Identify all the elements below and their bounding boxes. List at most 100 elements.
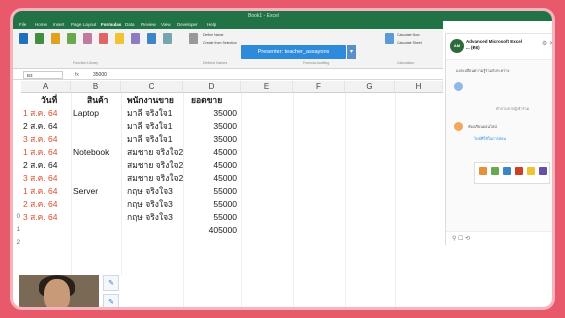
product-cell[interactable]: Notebook xyxy=(73,146,109,159)
recently-used-icon[interactable] xyxy=(51,33,60,44)
formula-input[interactable]: 35000 xyxy=(93,70,107,80)
panel-line[interactable]: ห้องเรียนออนไลน์ xyxy=(468,124,497,130)
sales-cell[interactable]: 55000 xyxy=(183,198,237,211)
sales-cell[interactable]: 45000 xyxy=(183,172,237,185)
sales-cell[interactable]: 55000 xyxy=(183,185,237,198)
header-product[interactable]: สินค้า xyxy=(87,94,108,107)
tab-developer[interactable]: Developer xyxy=(177,22,198,27)
autosum-icon[interactable] xyxy=(35,33,44,44)
panel-line: คำถามจากผู้เข้าร่วม xyxy=(496,107,530,111)
employee-cell[interactable]: มาลี จริงใจ1 xyxy=(127,120,173,133)
presenter-banner[interactable]: Presenter: teacher_assayons xyxy=(241,45,346,59)
calculate-now-button[interactable]: Calculate Now xyxy=(397,33,420,37)
product-cell[interactable]: Laptop xyxy=(73,107,99,120)
total-cell[interactable]: 405000 xyxy=(183,224,237,237)
fx-icon[interactable]: fx xyxy=(75,70,79,80)
financial-icon[interactable] xyxy=(67,33,76,44)
employee-cell[interactable]: สมชาย จริงใจ2 xyxy=(127,172,183,185)
sales-cell[interactable]: 35000 xyxy=(183,120,237,133)
shared-file-preview[interactable] xyxy=(474,162,550,184)
employee-cell[interactable]: มาลี จริงใจ1 xyxy=(127,107,173,120)
file-thumb xyxy=(527,167,535,175)
tab-home[interactable]: Home xyxy=(35,22,47,27)
side-panel: AM Advanced Microsoft Excel ... (ตอ) ⚙ ✕… xyxy=(445,33,552,245)
header-employee[interactable]: พนักงานขาย xyxy=(127,94,174,107)
name-manager-icon[interactable] xyxy=(189,33,198,44)
date-cell[interactable]: 2 ส.ค. 64 xyxy=(23,159,58,172)
sales-cell[interactable]: 35000 xyxy=(183,107,237,120)
pointer-icon[interactable]: ✎ xyxy=(103,294,119,307)
row-number[interactable]: 2 xyxy=(13,237,21,250)
tab-page-layout[interactable]: Page Layout xyxy=(71,22,96,27)
panel-window-icons[interactable]: ⚙ ✕ xyxy=(542,40,552,47)
date-cell[interactable]: 1 ส.ค. 64 xyxy=(23,185,58,198)
tab-view[interactable]: View xyxy=(161,22,171,27)
sales-cell[interactable]: 35000 xyxy=(183,133,237,146)
column-header-c[interactable]: C xyxy=(121,81,183,93)
date-cell[interactable]: 3 ส.ค. 64 xyxy=(23,172,58,185)
employee-cell[interactable]: กฤษ จริงใจ3 xyxy=(127,185,173,198)
employee-cell[interactable]: มาลี จริงใจ1 xyxy=(127,133,173,146)
presenter-webcam xyxy=(19,275,99,307)
tab-help[interactable]: Help xyxy=(207,22,216,27)
sales-cell[interactable]: 45000 xyxy=(183,146,237,159)
column-header-a[interactable]: A xyxy=(21,81,71,93)
ribbon: Define Name Create from Selection Calcul… xyxy=(13,29,443,69)
file-thumb xyxy=(515,167,523,175)
header-date[interactable]: วันที่ xyxy=(41,94,57,107)
sales-cell[interactable]: 55000 xyxy=(183,211,237,224)
file-thumb xyxy=(491,167,499,175)
text-icon[interactable] xyxy=(99,33,108,44)
date-cell[interactable]: 2 ส.ค. 64 xyxy=(23,120,58,133)
name-box[interactable]: B3 xyxy=(23,71,63,79)
camera-icon[interactable]: ▾ xyxy=(347,45,356,59)
tab-review[interactable]: Review xyxy=(141,22,156,27)
date-cell[interactable]: 2 ส.ค. 64 xyxy=(23,198,58,211)
employee-cell[interactable]: กฤษ จริงใจ3 xyxy=(127,198,173,211)
date-cell[interactable]: 1 ส.ค. 64 xyxy=(23,146,58,159)
column-header-g[interactable]: G xyxy=(345,81,395,93)
row-number[interactable]: 0 xyxy=(13,211,21,224)
tab-formulas[interactable]: Formulas xyxy=(101,22,121,27)
define-name-button[interactable]: Define Name xyxy=(203,33,223,37)
file-thumb xyxy=(539,167,547,175)
date-cell[interactable]: 3 ส.ค. 64 xyxy=(23,133,58,146)
lookup-reference-icon[interactable] xyxy=(131,33,140,44)
gridline xyxy=(395,93,396,307)
sales-cell[interactable]: 45000 xyxy=(183,159,237,172)
date-cell[interactable]: 3 ส.ค. 64 xyxy=(23,211,58,224)
column-header-d[interactable]: D xyxy=(183,81,241,93)
tab-insert[interactable]: Insert xyxy=(53,22,64,27)
tab-file[interactable]: File xyxy=(19,22,26,27)
employee-cell[interactable]: สมชาย จริงใจ2 xyxy=(127,146,183,159)
employee-cell[interactable]: กฤษ จริงใจ3 xyxy=(127,211,173,224)
create-from-selection-button[interactable]: Create from Selection xyxy=(203,41,237,45)
panel-title: Advanced Microsoft Excel ... (ตอ) xyxy=(466,39,523,50)
employee-cell[interactable]: สมชาย จริงใจ2 xyxy=(127,159,183,172)
webcam-face xyxy=(44,279,70,307)
gridline xyxy=(241,93,242,307)
tab-data[interactable]: Data xyxy=(125,22,135,27)
panel-line[interactable]: แลกเปลี่ยนความรู้ร่วมกับระหว่าง xyxy=(456,68,509,74)
more-functions-icon[interactable] xyxy=(163,33,172,44)
pen-icon[interactable]: ✎ xyxy=(103,275,119,291)
product-cell[interactable]: Server xyxy=(73,185,98,198)
insert-function-icon[interactable] xyxy=(19,33,28,44)
avatar xyxy=(454,82,463,91)
calculate-sheet-button[interactable]: Calculate Sheet xyxy=(397,41,422,45)
calculation-options-icon[interactable] xyxy=(385,33,394,44)
webcam-strip: ✎ ✎ xyxy=(19,275,123,307)
column-header-b[interactable]: B xyxy=(71,81,121,93)
column-header-f[interactable]: F xyxy=(293,81,345,93)
date-cell[interactable]: 1 ส.ค. 64 xyxy=(23,107,58,120)
date-time-icon[interactable] xyxy=(115,33,124,44)
column-header-e[interactable]: E xyxy=(241,81,293,93)
file-thumb xyxy=(503,167,511,175)
panel-footer[interactable]: ⚲ ☐ ⟲ xyxy=(446,231,552,245)
column-header-h[interactable]: H xyxy=(395,81,443,93)
panel-link[interactable]: ไฟล์ที่ใช้ในการสอน xyxy=(474,136,506,142)
row-number[interactable]: 1 xyxy=(13,224,21,237)
header-sales[interactable]: ยอดขาย xyxy=(191,94,222,107)
logical-icon[interactable] xyxy=(83,33,92,44)
math-trig-icon[interactable] xyxy=(147,33,156,44)
